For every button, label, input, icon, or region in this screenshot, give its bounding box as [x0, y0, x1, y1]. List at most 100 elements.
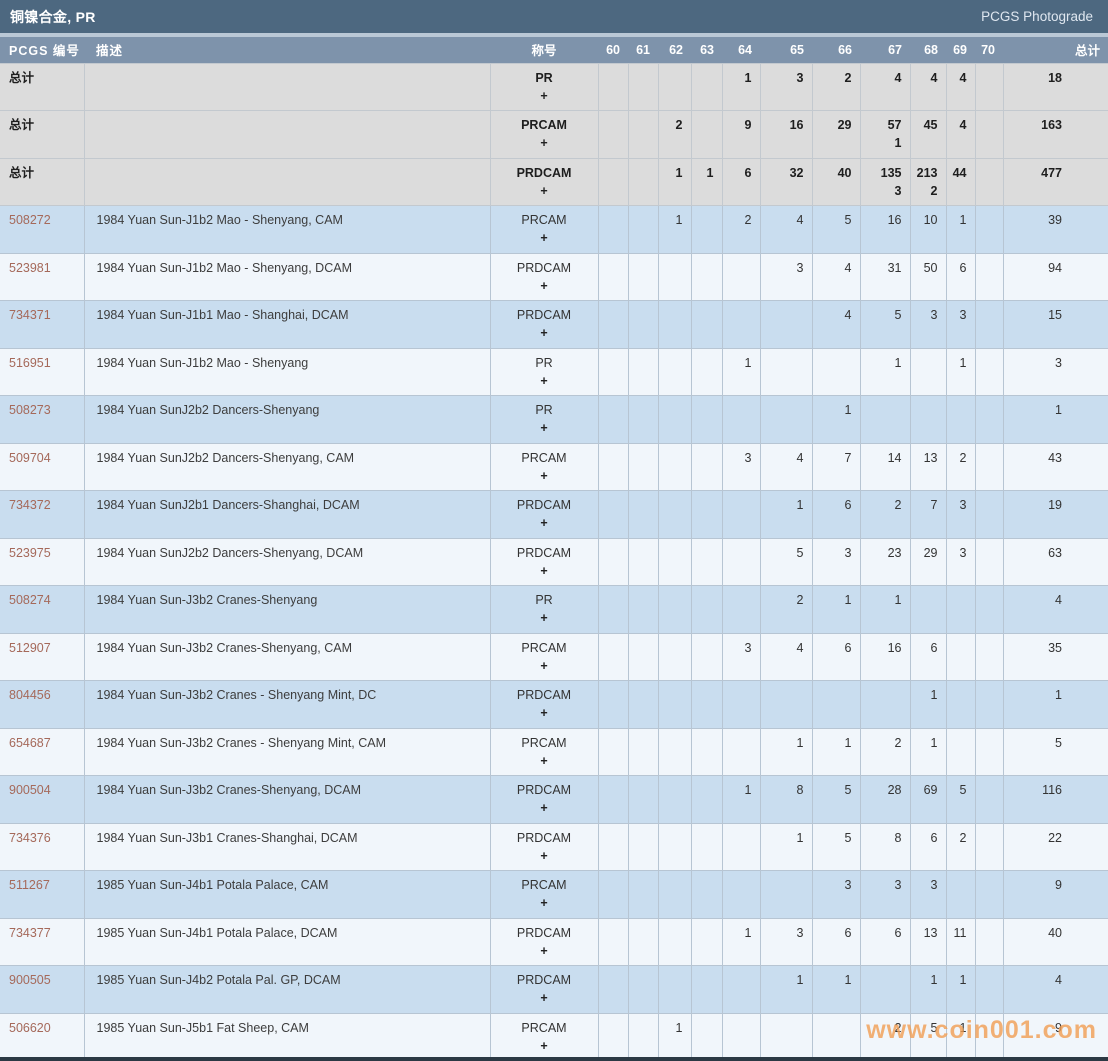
row-total-cell: 19	[1003, 491, 1108, 539]
grade-64-cell	[722, 966, 760, 1014]
pcgs-number-cell: 512907	[0, 633, 84, 681]
pcgs-number-link[interactable]: 900504	[9, 783, 51, 797]
table-row: 6546871984 Yuan Sun-J3b2 Cranes - Shenya…	[0, 728, 1108, 776]
grade-65-cell: 1	[760, 966, 812, 1014]
description-cell: 1984 Yuan Sun-J3b2 Cranes-Shenyang, CAM	[84, 633, 490, 681]
plus-grade-label: +	[491, 797, 598, 815]
grade-62-cell	[658, 396, 691, 444]
grade-65-cell: 2	[760, 586, 812, 634]
grade-61-cell	[628, 1013, 658, 1061]
grade-64-cell: 1	[722, 776, 760, 824]
grade-60-cell	[598, 586, 628, 634]
pcgs-number-link[interactable]: 516951	[9, 356, 51, 370]
grade-62-cell	[658, 538, 691, 586]
pcgs-number-link[interactable]: 734376	[9, 831, 51, 845]
pcgs-number-link[interactable]: 508273	[9, 403, 51, 417]
grade-64-cell: 9	[722, 111, 760, 159]
grade-66-cell: 1	[812, 728, 860, 776]
pcgs-photograde-link[interactable]: PCGS Photograde	[981, 9, 1093, 24]
row-total-cell: 5	[1003, 728, 1108, 776]
pcgs-number-cell: 523975	[0, 538, 84, 586]
table-row: 9005051985 Yuan Sun-J4b2 Potala Pal. GP,…	[0, 966, 1108, 1014]
grade-68-cell: 29	[910, 538, 946, 586]
grade-70-cell	[975, 301, 1003, 349]
grade-61-cell	[628, 111, 658, 159]
grade-66-cell: 5	[812, 823, 860, 871]
grade-63-cell	[691, 443, 722, 491]
grade-62-cell	[658, 491, 691, 539]
pcgs-number-link[interactable]: 654687	[9, 736, 51, 750]
pcgs-number-link[interactable]: 804456	[9, 688, 51, 702]
col-header-description: 描述	[84, 37, 490, 63]
col-header-grade-69: 69	[946, 37, 975, 63]
plus-grade-label: +	[491, 85, 598, 103]
pcgs-number-link[interactable]: 506620	[9, 1021, 51, 1035]
row-total-cell: 40	[1003, 918, 1108, 966]
pcgs-number-link[interactable]: 900505	[9, 973, 51, 987]
description-cell	[84, 158, 490, 206]
description-cell: 1984 Yuan Sun-J3b2 Cranes-Shenyang	[84, 586, 490, 634]
grade-60-cell	[598, 823, 628, 871]
grade-69-cell: 6	[946, 253, 975, 301]
plus-grade-label: +	[491, 417, 598, 435]
grade-68-cell: 13	[910, 918, 946, 966]
plus-grade-label: +	[491, 275, 598, 293]
grade-68-cell	[910, 586, 946, 634]
grade-60-cell	[598, 253, 628, 301]
plus-grade-label: +	[491, 465, 598, 483]
grade-67-cell: 3	[860, 871, 910, 919]
grade-67-cell: 8	[860, 823, 910, 871]
table-row: 9005041984 Yuan Sun-J3b2 Cranes-Shenyang…	[0, 776, 1108, 824]
grade-60-cell	[598, 491, 628, 539]
description-cell: 1984 Yuan SunJ2b1 Dancers-Shanghai, DCAM	[84, 491, 490, 539]
grade-69-cell	[946, 396, 975, 444]
pcgs-number-cell: 734372	[0, 491, 84, 539]
description-cell: 1985 Yuan Sun-J4b1 Potala Palace, DCAM	[84, 918, 490, 966]
grade-62-cell: 1	[658, 1013, 691, 1061]
grade-69-cell: 44	[946, 158, 975, 206]
designation-cell: PR+	[490, 348, 598, 396]
grade-61-cell	[628, 301, 658, 349]
plus-grade-label: +	[491, 132, 598, 150]
plus-grade-label: +	[491, 655, 598, 673]
grade-64-cell	[722, 491, 760, 539]
pcgs-number-link[interactable]: 512907	[9, 641, 51, 655]
grade-65-cell	[760, 348, 812, 396]
pcgs-number-link[interactable]: 523975	[9, 546, 51, 560]
pcgs-number-link[interactable]: 508272	[9, 213, 51, 227]
grade-68-cell	[910, 348, 946, 396]
grade-65-cell	[760, 681, 812, 729]
grade-64-cell: 3	[722, 443, 760, 491]
designation-cell: PRDCAM+	[490, 301, 598, 349]
plus-grade-label: +	[491, 845, 598, 863]
grade-63-cell	[691, 253, 722, 301]
grade-60-cell	[598, 396, 628, 444]
grade-66-cell: 6	[812, 491, 860, 539]
grade-68-cell: 1	[910, 681, 946, 729]
designation-cell: PRDCAM+	[490, 158, 598, 206]
grade-67-cell: 1	[860, 348, 910, 396]
designation-cell: PRDCAM+	[490, 966, 598, 1014]
pcgs-number-link[interactable]: 511267	[9, 878, 50, 892]
grade-60-cell	[598, 776, 628, 824]
pcgs-number-link[interactable]: 509704	[9, 451, 51, 465]
pcgs-number-link[interactable]: 523981	[9, 261, 51, 275]
pcgs-number-link[interactable]: 734371	[9, 308, 51, 322]
grade-64-cell	[722, 1013, 760, 1061]
grade-66-cell: 6	[812, 633, 860, 681]
grade-62-cell: 1	[658, 206, 691, 254]
pcgs-number-link[interactable]: 508274	[9, 593, 51, 607]
grade-68-cell: 3	[910, 301, 946, 349]
grade-63-cell	[691, 348, 722, 396]
plus-grade-label: +	[491, 987, 598, 1005]
grade-64-cell	[722, 871, 760, 919]
grade-60-cell	[598, 728, 628, 776]
grade-67-cell: 5	[860, 301, 910, 349]
pcgs-number-link[interactable]: 734372	[9, 498, 51, 512]
grade-70-cell	[975, 586, 1003, 634]
plus-grade-label: +	[491, 940, 598, 958]
grade-65-cell	[760, 871, 812, 919]
grade-61-cell	[628, 823, 658, 871]
pcgs-number-link[interactable]: 734377	[9, 926, 51, 940]
pcgs-number-cell: 804456	[0, 681, 84, 729]
